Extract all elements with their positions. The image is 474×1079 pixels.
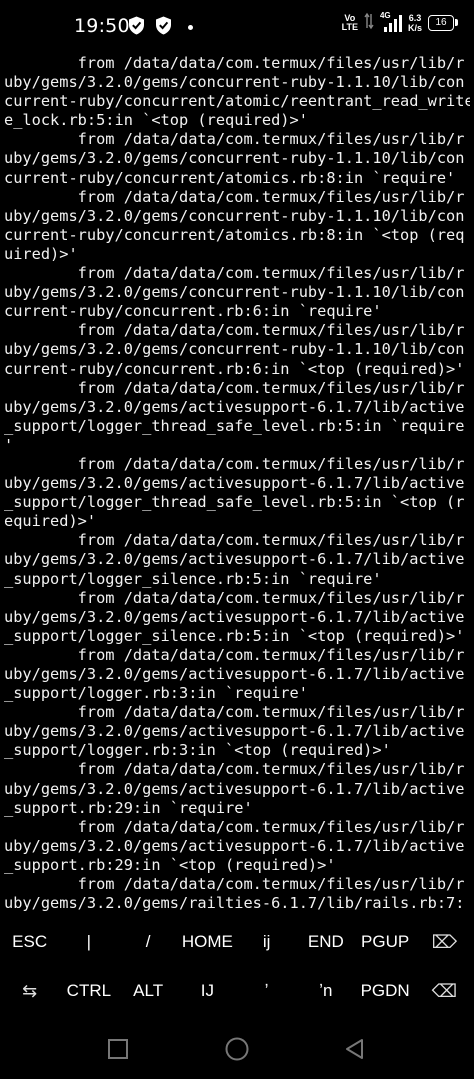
battery-level: 16 — [435, 17, 447, 28]
terminal-line: e_lock.rb:5:in `<top (required)>' — [4, 111, 308, 130]
tab-key[interactable]: ⇆ — [0, 967, 59, 1015]
terminal-line: from /data/data/com.termux/files/usr/lib… — [4, 703, 465, 722]
volte-bottom: LTE — [341, 22, 358, 32]
volte-indicator: Vo LTE — [342, 14, 358, 32]
terminal-line: _support.rb:29:in `require' — [4, 798, 253, 817]
terminal-line: _support/logger.rb:3:in `require' — [4, 684, 308, 703]
terminal-line: from /data/data/com.termux/files/usr/lib… — [4, 321, 465, 340]
terminal-line: from /data/data/com.termux/files/usr/lib… — [4, 875, 465, 894]
terminal-line: from /data/data/com.termux/files/usr/lib… — [4, 378, 465, 397]
data-arrows-icon — [364, 12, 374, 34]
speed-unit: K/s — [407, 23, 422, 33]
terminal-line: from /data/data/com.termux/files/usr/lib… — [4, 264, 465, 283]
terminal-line: uby/gems/3.2.0/gems/concurrent-ruby-1.1.… — [4, 73, 465, 92]
recents-square-icon[interactable] — [105, 1036, 131, 1062]
esc-key[interactable]: ESC — [0, 918, 59, 966]
home-key[interactable]: HOME — [178, 918, 237, 966]
ij-key[interactable]: ij — [237, 918, 296, 966]
navigation-bar — [0, 1018, 474, 1079]
signal-icon: 4G — [380, 11, 402, 33]
terminal-line: _support/logger_thread_safe_level.rb:5:i… — [4, 493, 465, 512]
pgdn-key[interactable]: PGDN — [356, 967, 415, 1015]
terminal-line: _support/logger_silence.rb:5:in `require… — [4, 569, 382, 588]
terminal-line: _support/logger_thread_safe_level.rb:5:i… — [4, 416, 465, 435]
network-speed: 6.3 K/s — [408, 13, 422, 33]
terminal-line: uby/gems/3.2.0/gems/activesupport-6.1.7/… — [4, 836, 465, 855]
terminal-line: from /data/data/com.termux/files/usr/lib… — [4, 130, 465, 149]
terminal-line: uby/gems/3.2.0/gems/concurrent-ruby-1.1.… — [4, 283, 465, 302]
shield-check-icon — [128, 16, 145, 39]
end-key[interactable]: END — [296, 918, 355, 966]
terminal-line: from /data/data/com.termux/files/usr/lib… — [4, 645, 465, 664]
terminal-line: uby/gems/3.2.0/gems/activesupport-6.1.7/… — [4, 397, 465, 416]
terminal-line: uby/gems/3.2.0/gems/activesupport-6.1.7/… — [4, 779, 465, 798]
battery-icon: 16 — [428, 15, 458, 31]
terminal-line: uby/gems/3.2.0/gems/activesupport-6.1.7/… — [4, 474, 465, 493]
shield-check-icon-2 — [155, 16, 172, 39]
backspace-key[interactable]: ⌫ — [415, 967, 474, 1015]
extra-keys-row-1: ESC | / HOME ij END PGUP ⌦ — [0, 918, 474, 966]
status-right-icons: Vo LTE 4G 6.3 K/s 16 — [342, 11, 458, 34]
slash-key[interactable]: / — [119, 918, 178, 966]
extra-keys-row-2: ⇆ CTRL ALT IJ ʼ ʼn PGDN ⌫ — [0, 967, 474, 1015]
back-triangle-icon[interactable] — [342, 1036, 368, 1062]
ctrl-key[interactable]: CTRL — [59, 967, 118, 1015]
terminal-line: uby/gems/3.2.0/gems/concurrent-ruby-1.1.… — [4, 149, 465, 168]
terminal-line: _support/logger.rb:3:in `<top (required)… — [4, 741, 391, 760]
terminal-line: current-ruby/concurrent/atomic/reentrant… — [4, 92, 470, 111]
forward-delete-key[interactable]: ⌦ — [415, 918, 474, 966]
status-time: 19:50 — [74, 15, 130, 37]
terminal-line: uired)>' — [4, 244, 78, 263]
terminal-line: equired)>' — [4, 512, 97, 531]
terminal-line: uby/gems/3.2.0/gems/activesupport-6.1.7/… — [4, 665, 465, 683]
terminal-line: _support/logger_silence.rb:5:in `<top (r… — [4, 626, 465, 645]
pipe-key[interactable]: | — [59, 918, 118, 966]
terminal-line: from /data/data/com.termux/files/usr/lib… — [4, 760, 465, 779]
terminal-line: from /data/data/com.termux/files/usr/lib… — [4, 187, 465, 206]
home-circle-icon[interactable] — [224, 1036, 250, 1062]
terminal-line: from /data/data/com.termux/files/usr/lib… — [4, 454, 465, 473]
terminal-line: from /data/data/com.termux/files/usr/lib… — [4, 531, 465, 550]
terminal-line: current-ruby/concurrent.rb:6:in `require… — [4, 302, 382, 321]
terminal-line: uby/gems/3.2.0/gems/railties-6.1.7/lib/r… — [4, 894, 465, 913]
n-apostrophe-key[interactable]: ʼn — [296, 967, 355, 1015]
terminal-line: uby/gems/3.2.0/gems/concurrent-ruby-1.1.… — [4, 206, 465, 225]
notification-icons — [128, 16, 193, 39]
pgup-key[interactable]: PGUP — [356, 918, 415, 966]
terminal-line: _support.rb:29:in `<top (required)>' — [4, 855, 336, 874]
alt-key[interactable]: ALT — [119, 967, 178, 1015]
terminal-line: from /data/data/com.termux/files/usr/lib… — [4, 588, 465, 607]
notification-dot-icon — [188, 25, 193, 30]
terminal-output[interactable]: from /data/data/com.termux/files/usr/lib… — [4, 54, 470, 918]
terminal-line: current-ruby/concurrent.rb:6:in `<top (r… — [4, 359, 465, 378]
terminal-line: ' — [4, 435, 14, 454]
apostrophe-key[interactable]: ʼ — [237, 967, 296, 1015]
terminal-line: from /data/data/com.termux/files/usr/lib… — [4, 54, 465, 72]
speed-value: 6.3 — [408, 13, 422, 23]
terminal-line: uby/gems/3.2.0/gems/activesupport-6.1.7/… — [4, 722, 465, 741]
terminal-line: current-ruby/concurrent/atomics.rb:8:in … — [4, 225, 465, 244]
status-bar: 19:50 Vo LTE 4G 6.3 K/s 16 — [0, 0, 474, 54]
terminal-line: uby/gems/3.2.0/gems/activesupport-6.1.7/… — [4, 550, 465, 569]
extra-keys-bar: ESC | / HOME ij END PGUP ⌦ ⇆ CTRL ALT IJ ʼ ʼn PGDN ⌫ — [0, 918, 474, 1018]
terminal-line: uby/gems/3.2.0/gems/concurrent-ruby-1.1.… — [4, 340, 465, 359]
IJ-key[interactable]: IJ — [178, 967, 237, 1015]
terminal-line: current-ruby/concurrent/atomics.rb:8:in … — [4, 168, 456, 187]
terminal-line: from /data/data/com.termux/files/usr/lib… — [4, 817, 465, 836]
terminal-line: uby/gems/3.2.0/gems/activesupport-6.1.7/… — [4, 607, 465, 626]
